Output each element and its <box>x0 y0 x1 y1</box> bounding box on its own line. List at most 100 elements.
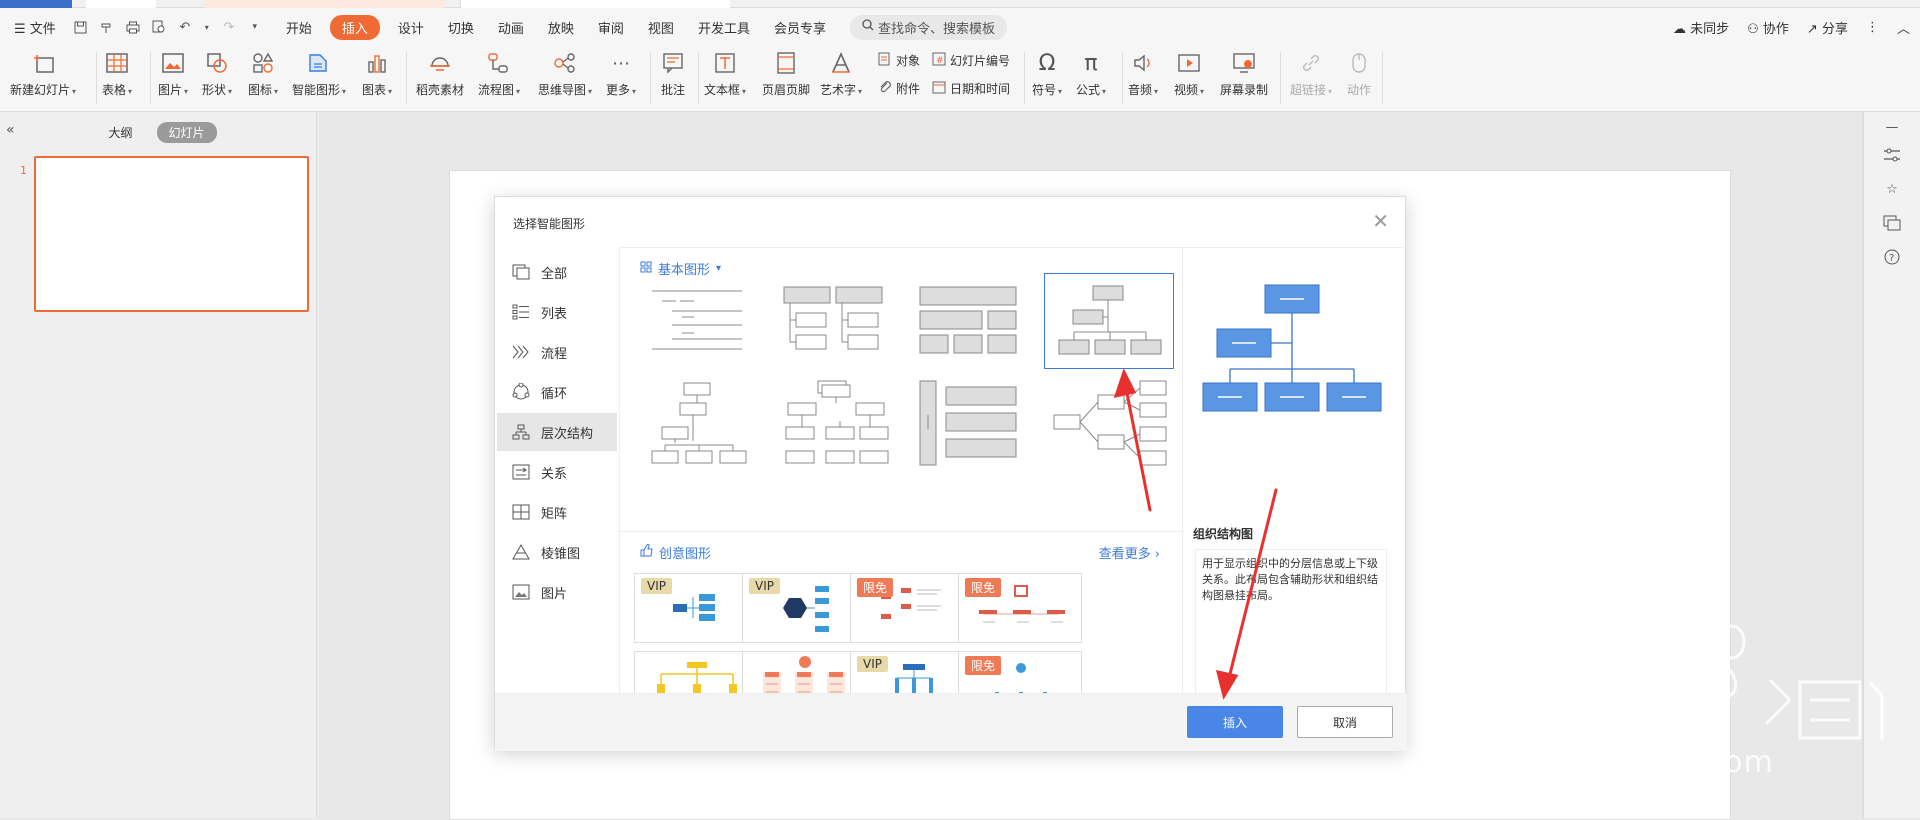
tab-review[interactable]: 审阅 <box>586 18 636 37</box>
new-slide-button[interactable]: 新建幻灯片 ▾ <box>10 46 76 98</box>
material-icon <box>427 50 453 76</box>
search-icon <box>862 19 874 35</box>
tab-member[interactable]: 会员专享 <box>762 18 838 37</box>
action-button[interactable]: 动作 <box>1346 46 1372 98</box>
layout-horizontal-tree[interactable] <box>1044 375 1174 471</box>
layout-vertical-bracket[interactable] <box>910 375 1040 471</box>
settings-sliders-icon[interactable] <box>1880 144 1904 166</box>
cancel-button[interactable]: 取消 <box>1297 706 1393 738</box>
tab-slides[interactable]: 幻灯片 <box>156 122 217 143</box>
datetime-button[interactable]: 日期和时间 <box>932 80 1010 97</box>
attachment-button[interactable]: 附件 <box>878 80 920 97</box>
comment-button[interactable]: 批注 <box>660 46 686 98</box>
collapse-sidebar-icon[interactable]: — <box>1880 116 1904 138</box>
tab-slideshow[interactable]: 放映 <box>536 18 586 37</box>
smartart-button[interactable]: 智能图形 ▾ <box>292 46 346 98</box>
video-button[interactable]: 视频 ▾ <box>1174 46 1204 98</box>
layout-org-chart[interactable] <box>1044 273 1174 369</box>
insert-button[interactable]: 插入 <box>1187 706 1283 738</box>
symbol-button[interactable]: Ω 符号 ▾ <box>1032 46 1062 98</box>
hamburger-icon: ☰ <box>14 21 26 37</box>
category-list-type[interactable]: 列表 <box>497 293 617 331</box>
more-button[interactable]: ⋯ 更多 ▾ <box>606 46 636 98</box>
layout-horizontal-hierarchy-lines[interactable] <box>642 273 772 369</box>
slide-number: 1 <box>20 164 27 177</box>
category-cycle[interactable]: 循环 <box>497 373 617 411</box>
tab-design[interactable]: 设计 <box>386 18 436 37</box>
category-relationship[interactable]: 关系 <box>497 453 617 491</box>
header-footer-button[interactable]: 页眉页脚 <box>762 46 810 98</box>
picture-category-icon <box>511 583 531 601</box>
print-preview-icon[interactable] <box>151 19 167 35</box>
format-painter-icon[interactable] <box>99 19 115 35</box>
category-all[interactable]: 全部 <box>497 253 617 291</box>
textbox-button[interactable]: 文本框 ▾ <box>704 46 746 98</box>
chart-label: 图表 <box>362 83 387 97</box>
chart-button[interactable]: 图表 ▾ <box>362 46 392 98</box>
layout-two-column-hierarchy[interactable] <box>774 273 904 369</box>
wordart-button[interactable]: 艺术字 ▾ <box>820 46 862 98</box>
tab-outline[interactable]: 大纲 <box>100 122 140 143</box>
undo-icon[interactable]: ↶ <box>177 19 193 35</box>
category-pyramid[interactable]: 棱锥图 <box>497 533 617 571</box>
animation-star-icon[interactable]: ☆ <box>1880 178 1904 200</box>
dropdown-caret-icon: ▾ <box>858 87 863 96</box>
close-icon[interactable]: ✕ <box>1372 209 1389 233</box>
tab-view[interactable]: 视图 <box>636 18 686 37</box>
shape-button[interactable]: 形状 ▾ <box>202 46 232 98</box>
layout-labeled-hierarchy[interactable] <box>642 375 772 471</box>
creative-template-card[interactable]: 限免 <box>850 573 974 643</box>
command-search[interactable]: 查找命令、搜索模板 <box>849 14 1007 40</box>
formula-button[interactable]: π 公式 ▾ <box>1076 46 1106 98</box>
object-button[interactable]: 对象 <box>878 52 920 69</box>
mindmap-button[interactable]: 思维导图 ▾ <box>538 46 592 98</box>
category-hierarchy[interactable]: 层次结构 <box>497 413 617 451</box>
flowchart-button[interactable]: 流程图 ▾ <box>478 46 520 98</box>
tab-home[interactable]: 开始 <box>274 18 324 37</box>
slide-number-button[interactable]: # 幻灯片编号 <box>932 52 1010 69</box>
share-button[interactable]: ↗ 分享 <box>1807 18 1848 37</box>
more-options-icon[interactable]: ⋮ <box>1866 20 1879 35</box>
tab-developer[interactable]: 开发工具 <box>686 18 762 37</box>
hyperlink-button[interactable]: 超链接 ▾ <box>1290 46 1332 98</box>
tab-transitions[interactable]: 切换 <box>436 18 486 37</box>
title-tab[interactable] <box>0 0 72 8</box>
collaborate-button[interactable]: ⚇ 协作 <box>1747 18 1789 37</box>
creative-template-card[interactable]: 限免 <box>958 573 1082 643</box>
dropdown-caret-icon: ▾ <box>632 87 637 96</box>
screen-record-button[interactable]: 屏幕录制 <box>1220 46 1268 98</box>
title-tab[interactable] <box>205 0 445 8</box>
icon-button[interactable]: 图标 ▾ <box>248 46 278 98</box>
category-matrix[interactable]: 矩阵 <box>497 493 617 531</box>
save-icon[interactable] <box>73 19 89 35</box>
category-process[interactable]: 流程 <box>497 333 617 371</box>
category-picture[interactable]: 图片 <box>497 573 617 611</box>
title-tab[interactable] <box>460 0 730 8</box>
see-more-link[interactable]: 查看更多 › <box>1099 543 1160 562</box>
customize-dropdown-icon[interactable]: ▾ <box>247 19 263 35</box>
creative-template-card[interactable]: VIP <box>742 573 866 643</box>
sync-status[interactable]: ☁ 未同步 <box>1673 18 1729 37</box>
picture-button[interactable]: 图片 ▾ <box>158 46 188 98</box>
material-button[interactable]: 稻壳素材 <box>416 46 464 98</box>
table-button[interactable]: 表格 ▾ <box>102 46 132 98</box>
tab-animations[interactable]: 动画 <box>486 18 536 37</box>
print-icon[interactable] <box>125 19 141 35</box>
symbol-label: 符号 <box>1032 83 1057 97</box>
tab-insert[interactable]: 插入 <box>329 14 380 40</box>
slide-thumbnail[interactable] <box>34 156 309 312</box>
layout-stacked-hierarchy[interactable] <box>774 375 904 471</box>
smartart-dialog: 选择智能图形 ✕ 全部 列表 流程 循环 层次结构 关系 矩阵 棱锥图 图片 基… <box>494 196 1407 751</box>
title-tab[interactable] <box>86 0 156 8</box>
help-icon[interactable]: ? <box>1880 246 1904 268</box>
undo-dropdown-icon[interactable]: ▾ <box>203 19 211 35</box>
creative-template-card[interactable]: VIP <box>634 573 758 643</box>
collapse-ribbon-icon[interactable]: ︿ <box>1897 18 1910 37</box>
slides-panel-icon[interactable] <box>1880 212 1904 234</box>
mindmap-icon <box>552 50 578 76</box>
layout-table-hierarchy[interactable] <box>910 273 1040 369</box>
user-icon: ⚇ <box>1747 21 1759 37</box>
audio-button[interactable]: 音频 ▾ <box>1128 46 1158 98</box>
file-menu[interactable]: ☰ 文件 <box>0 18 68 37</box>
redo-icon[interactable]: ↷ <box>221 19 237 35</box>
